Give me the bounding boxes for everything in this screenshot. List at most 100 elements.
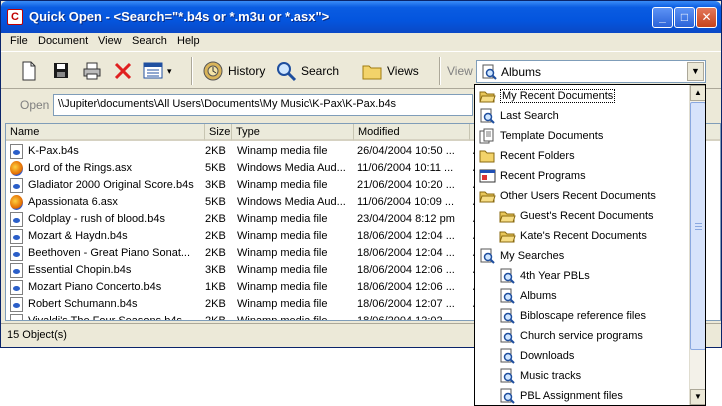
search-doc-icon [500,368,515,384]
open-folder-icon [479,191,496,203]
file-modified: 18/06/2004 12:04 ... [357,247,455,259]
menu-search[interactable]: Search [132,35,167,47]
dropdown-item[interactable]: Guest's Recent Documents [499,206,654,226]
view-select[interactable]: Albums ▼ [476,60,706,83]
file-size: 5KB [205,196,226,208]
view-select-value: Albums [501,64,542,79]
file-type: Winamp media file [237,281,328,293]
file-name: K-Pax.b4s [28,145,79,157]
dropdown-item[interactable]: My Recent Documents [479,86,616,106]
toolbar-separator [191,57,193,85]
open-folder-icon [499,231,516,243]
dropdown-item[interactable]: Downloads [499,346,574,366]
file-name: Coldplay - rush of blood.b4s [28,213,165,225]
windows-media-file-icon [10,195,23,210]
column-header-size[interactable]: Size [205,124,232,141]
search-button[interactable]: Search [275,58,339,84]
dropdown-item-label: Music tracks [520,370,582,382]
scroll-down-button[interactable]: ▼ [690,389,705,405]
program-icon [479,169,496,183]
file-name: Mozart Piano Concerto.b4s [28,281,162,293]
menu-help[interactable]: Help [177,35,200,47]
close-button[interactable]: ✕ [696,7,717,28]
save-button[interactable] [52,58,70,84]
title-bar[interactable]: C Quick Open - <Search="*.b4s or *.m3u o… [1,1,721,33]
winamp-file-icon [10,212,23,227]
menu-document[interactable]: Document [38,35,88,47]
dropdown-item[interactable]: Albums [499,286,557,306]
column-header-modified[interactable]: Modified [354,124,470,141]
view-label: View [447,64,473,78]
dropdown-item[interactable]: Template Documents [479,126,603,146]
scroll-up-button[interactable]: ▲ [690,85,705,101]
dropdown-item[interactable]: Last Search [479,106,559,126]
history-label: History [228,64,266,78]
app-icon[interactable]: C [7,9,23,25]
winamp-file-icon [10,263,23,278]
file-type: Winamp media file [237,247,328,259]
dropdown-item[interactable]: 4th Year PBLs [499,266,590,286]
file-type: Winamp media file [237,315,328,321]
scroll-thumb[interactable] [690,102,705,350]
views-dropdown-arrow-icon[interactable]: ▾ [167,66,172,77]
folder-icon [479,150,495,163]
dropdown-item-label: Kate's Recent Documents [520,230,647,242]
dropdown-item-label: Downloads [520,350,575,362]
search-doc-icon [500,288,515,304]
file-modified: 18/06/2004 12:06 ... [357,281,455,293]
maximize-button[interactable]: □ [674,7,695,28]
minimize-button[interactable]: _ [652,7,673,28]
dropdown-item[interactable]: PBL Assignment files [499,386,623,405]
menu-view[interactable]: View [98,35,122,47]
list-view-button[interactable]: ▾ [143,58,172,84]
dropdown-item-label: Bibloscape reference files [520,310,646,322]
open-folder-icon [479,91,496,103]
search-doc-icon [500,348,515,364]
winamp-file-icon [10,229,23,244]
winamp-file-icon [10,280,23,295]
file-name: Robert Schumann.b4s [28,298,138,310]
dropdown-item[interactable]: Recent Programs [479,166,586,186]
dropdown-item[interactable]: My Searches [479,246,564,266]
new-document-button[interactable] [20,58,38,84]
dropdown-item[interactable]: Church service programs [499,326,643,346]
dropdown-item-label: Other Users Recent Documents [500,190,656,202]
winamp-file-icon [10,178,23,193]
delete-button[interactable] [113,58,133,84]
dropdown-item[interactable]: Music tracks [499,366,581,386]
winamp-file-icon [10,246,23,261]
file-modified: 23/04/2004 8:12 pm [357,213,455,225]
dropdown-item[interactable]: Bibloscape reference files [499,306,646,326]
file-type: Winamp media file [237,179,328,191]
dropdown-item[interactable]: Recent Folders [479,146,575,166]
history-button[interactable]: History [202,58,265,84]
dropdown-item[interactable]: Other Users Recent Documents [479,186,656,206]
view-dropdown-list[interactable]: My Recent Documents Last Search Template D… [474,84,706,406]
menu-file[interactable]: File [10,35,28,47]
dropdown-item-label: Guest's Recent Documents [520,210,654,222]
file-size: 2KB [205,213,226,225]
search-doc-icon [480,248,495,264]
file-type: Winamp media file [237,230,328,242]
file-modified: 18/06/2004 12:07 ... [357,298,455,310]
dropdown-item-label: Church service programs [520,330,643,342]
winamp-file-icon [10,297,23,312]
search-icon [277,62,297,82]
file-modified: 18/06/2004 12:06 ... [357,264,455,276]
file-type: Winamp media file [237,213,328,225]
file-modified: 21/06/2004 10:20 ... [357,179,455,191]
file-size: 2KB [205,315,226,321]
dropdown-scrollbar[interactable]: ▲ ▼ [689,85,705,405]
file-size: 1KB [205,281,226,293]
open-path-field[interactable]: \\Jupiter\documents\All Users\Documents\… [53,94,473,116]
print-button[interactable] [82,58,102,84]
save-icon [54,63,68,78]
template-doc-icon [479,128,494,144]
column-header-type[interactable]: Type [232,124,354,141]
view-select-arrow-icon[interactable]: ▼ [687,62,704,81]
views-button[interactable]: Views [361,58,419,84]
file-size: 5KB [205,162,226,174]
dropdown-item[interactable]: Kate's Recent Documents [499,226,647,246]
file-modified: 26/04/2004 10:50 ... [357,145,455,157]
column-header-name[interactable]: Name [6,124,205,141]
